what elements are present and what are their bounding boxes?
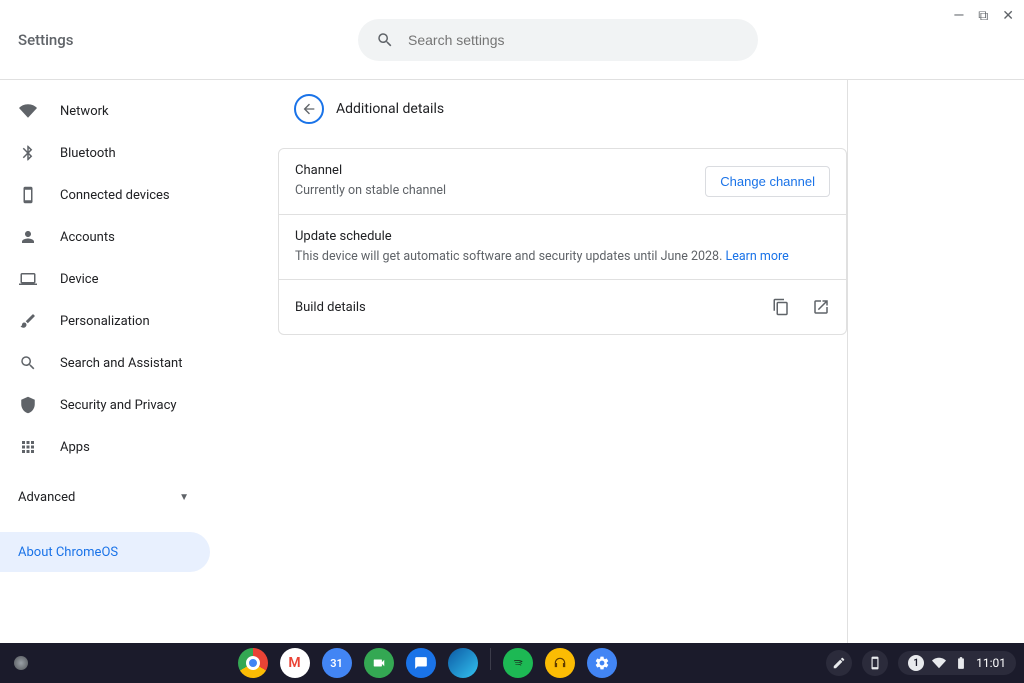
sidebar-item-bluetooth[interactable]: Bluetooth	[0, 132, 277, 174]
main-content: Additional details Channel Currently on …	[278, 80, 848, 643]
sidebar-item-label: Device	[60, 272, 99, 287]
update-schedule-row: Update schedule This device will get aut…	[279, 215, 846, 281]
sidebar-item-label: Search and Assistant	[60, 356, 183, 371]
search-icon	[18, 353, 38, 373]
sidebar-item-apps[interactable]: Apps	[0, 426, 277, 468]
channel-title: Channel	[295, 163, 705, 178]
sidebar-item-device[interactable]: Device	[0, 258, 277, 300]
search-icon	[376, 31, 394, 49]
spotify-app-icon[interactable]	[503, 648, 533, 678]
search-field[interactable]	[358, 19, 758, 61]
sidebar-item-label: Network	[60, 104, 109, 119]
update-title: Update schedule	[295, 229, 830, 244]
build-details-row[interactable]: Build details	[279, 280, 846, 334]
sidebar-item-security-privacy[interactable]: Security and Privacy	[0, 384, 277, 426]
clock: 11:01	[976, 656, 1006, 670]
notification-badge: 1	[908, 655, 924, 671]
window-maximize-button[interactable]: ⧉	[978, 8, 988, 24]
status-tray[interactable]: 1 11:01	[898, 651, 1016, 675]
laptop-icon	[18, 269, 38, 289]
system-tray: 1 11:01	[826, 650, 1016, 676]
build-title: Build details	[295, 300, 772, 315]
sidebar: Network Bluetooth Connected devices Acco…	[0, 80, 278, 643]
music-app-icon[interactable]	[545, 648, 575, 678]
phone-hub-button[interactable]	[862, 650, 888, 676]
app-header: Settings	[0, 0, 1024, 80]
sidebar-item-network[interactable]: Network	[0, 90, 277, 132]
shelf-apps: M 31	[28, 648, 826, 678]
details-card: Channel Currently on stable channel Chan…	[278, 148, 847, 335]
window-close-button[interactable]: ✕	[1002, 8, 1014, 24]
shelf-divider	[490, 648, 491, 670]
sidebar-item-personalization[interactable]: Personalization	[0, 300, 277, 342]
brush-icon	[18, 311, 38, 331]
sidebar-item-label: Accounts	[60, 230, 115, 245]
channel-row: Channel Currently on stable channel Chan…	[279, 149, 846, 215]
page-title: Additional details	[336, 101, 444, 117]
apps-grid-icon	[18, 437, 38, 457]
shield-icon	[18, 395, 38, 415]
sidebar-advanced-label: Advanced	[18, 490, 75, 505]
sidebar-item-label: Connected devices	[60, 188, 170, 203]
launcher-button[interactable]	[14, 656, 28, 670]
sidebar-about-label: About ChromeOS	[18, 545, 118, 560]
back-button[interactable]	[294, 94, 324, 124]
arrow-back-icon	[301, 101, 317, 117]
sidebar-item-label: Security and Privacy	[60, 398, 177, 413]
meet-app-icon[interactable]	[364, 648, 394, 678]
stylus-button[interactable]	[826, 650, 852, 676]
bluetooth-icon	[18, 143, 38, 163]
sidebar-item-accounts[interactable]: Accounts	[0, 216, 277, 258]
chevron-down-icon: ▼	[179, 492, 189, 503]
update-sub-text: This device will get automatic software …	[295, 249, 725, 264]
update-subtitle: This device will get automatic software …	[295, 248, 830, 266]
sidebar-item-label: Apps	[60, 440, 90, 455]
wifi-status-icon	[932, 656, 946, 670]
sidebar-item-label: Personalization	[60, 314, 150, 329]
channel-subtitle: Currently on stable channel	[295, 182, 705, 200]
copy-icon[interactable]	[772, 298, 790, 316]
sidebar-item-search-assistant[interactable]: Search and Assistant	[0, 342, 277, 384]
open-external-icon[interactable]	[812, 298, 830, 316]
chrome-app-icon[interactable]	[238, 648, 268, 678]
sidebar-item-advanced[interactable]: Advanced ▼	[0, 476, 277, 518]
battery-status-icon	[954, 656, 968, 670]
learn-more-link[interactable]: Learn more	[725, 249, 788, 264]
messages-app-icon[interactable]	[406, 648, 436, 678]
settings-app-icon[interactable]	[587, 648, 617, 678]
sidebar-item-about-chromeos[interactable]: About ChromeOS	[0, 532, 210, 572]
wifi-icon	[18, 101, 38, 121]
sidebar-item-label: Bluetooth	[60, 146, 116, 161]
app-title: Settings	[18, 31, 358, 49]
window-minimize-button[interactable]: —	[953, 8, 964, 24]
edge-app-icon[interactable]	[448, 648, 478, 678]
sidebar-item-connected-devices[interactable]: Connected devices	[0, 174, 277, 216]
phone-icon	[18, 185, 38, 205]
calendar-app-icon[interactable]: 31	[322, 648, 352, 678]
change-channel-button[interactable]: Change channel	[705, 166, 830, 197]
gmail-app-icon[interactable]: M	[280, 648, 310, 678]
shelf: M 31 1 11:01	[0, 643, 1024, 683]
person-icon	[18, 227, 38, 247]
search-input[interactable]	[408, 32, 740, 48]
